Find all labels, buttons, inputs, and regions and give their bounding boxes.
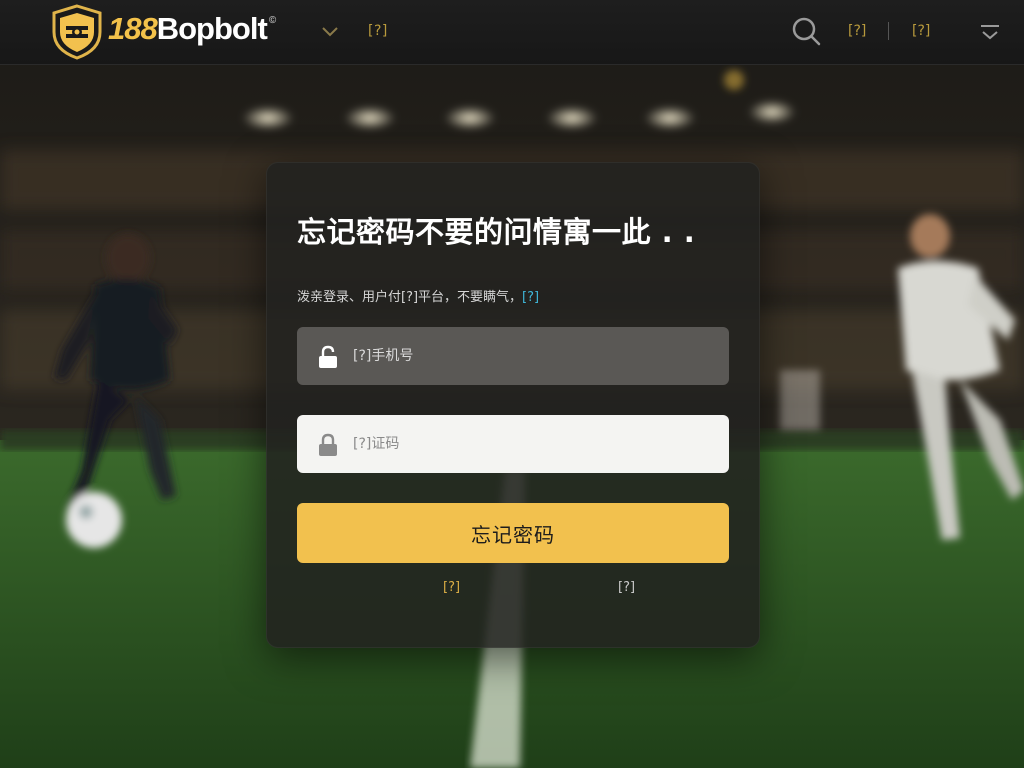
- verification-code-input[interactable]: [353, 415, 713, 473]
- forgot-password-submit-button[interactable]: 忘记密码: [297, 503, 729, 563]
- footer-link-left[interactable]: [?]: [443, 580, 460, 595]
- verification-code-field[interactable]: [297, 415, 729, 473]
- logo-name: Bopbolt: [156, 11, 268, 46]
- top-link-b[interactable]: [?]: [912, 23, 930, 39]
- account-input[interactable]: [353, 327, 713, 385]
- search-icon[interactable]: [790, 15, 822, 47]
- shield-logo-icon[interactable]: [50, 4, 104, 60]
- lock-open-icon: [319, 345, 337, 368]
- description-link[interactable]: [?]: [522, 290, 539, 305]
- top-navigation-bar: 188Bopbolt © [?] [?] [?]: [0, 0, 1024, 65]
- logo-number: 188: [108, 11, 158, 46]
- account-field[interactable]: [297, 327, 729, 385]
- forgot-password-card: 忘记密码不要的问情寓一此 . . 泼亲登录、用户付[?]平台，不要瞒气，[?] …: [266, 162, 760, 648]
- card-title: 忘记密码不要的问情寓一此 . .: [297, 215, 696, 249]
- lock-icon: [319, 433, 337, 456]
- description-text: 泼亲登录、用户付[?]平台，不要瞒气，: [297, 290, 523, 305]
- footer-link-right[interactable]: [?]: [618, 580, 635, 595]
- chevron-down-icon[interactable]: [320, 22, 340, 42]
- top-divider: [888, 22, 889, 40]
- brand-logo-text[interactable]: 188Bopbolt ©: [108, 11, 276, 47]
- logo-mark: ©: [268, 15, 276, 26]
- top-link-a[interactable]: [?]: [848, 23, 866, 39]
- card-description: 泼亲登录、用户付[?]平台，不要瞒气，[?]: [297, 286, 539, 305]
- top-nav-link[interactable]: [?]: [368, 23, 388, 39]
- menu-icon[interactable]: [978, 20, 1002, 44]
